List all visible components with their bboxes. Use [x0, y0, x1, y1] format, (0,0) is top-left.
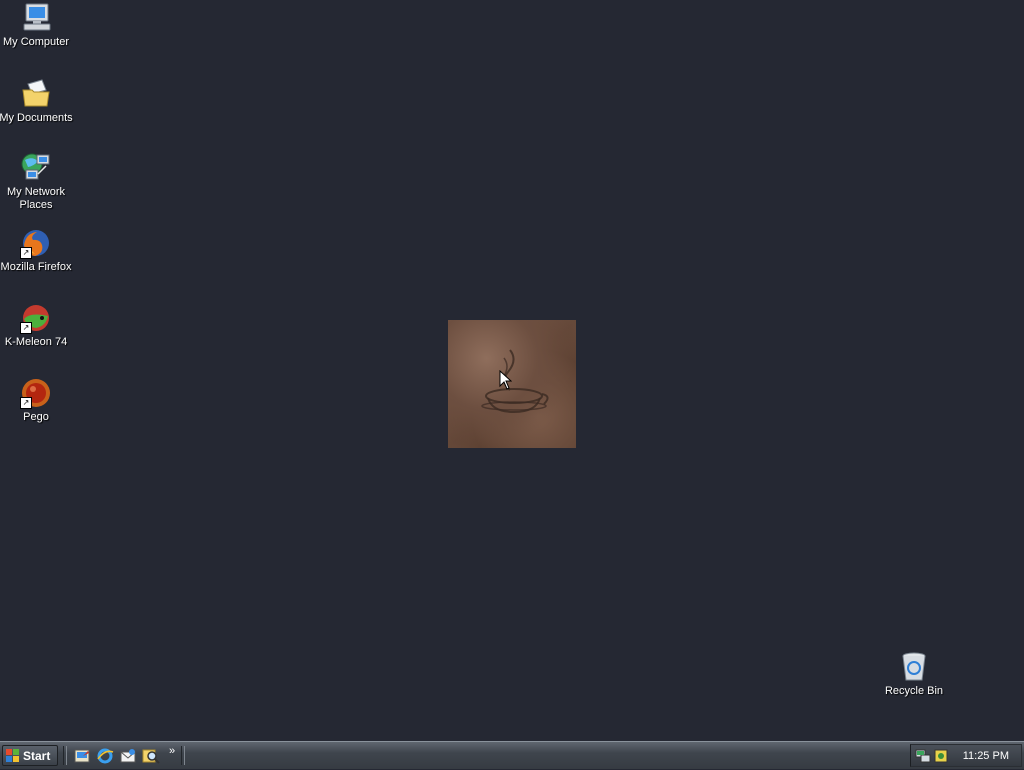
desktop-icon-my-computer[interactable]: My Computer	[0, 2, 73, 49]
k-meleon-icon: ↗	[20, 302, 52, 334]
network-places-icon	[20, 152, 52, 184]
computer-icon	[20, 2, 52, 34]
mouse-cursor-icon	[499, 369, 513, 395]
pego-icon: ↗	[20, 377, 52, 409]
outlook-express-icon[interactable]	[119, 747, 137, 765]
taskbar: Start » 11:25 PM	[0, 741, 1024, 769]
desktop-icon-recycle-bin[interactable]: Recycle Bin	[877, 651, 951, 698]
desktop-icon-k-meleon[interactable]: ↗ K-Meleon 74	[0, 302, 73, 349]
search-icon[interactable]	[142, 747, 160, 765]
documents-folder-icon	[20, 78, 52, 110]
start-button[interactable]: Start	[2, 745, 58, 766]
shortcut-arrow-icon: ↗	[20, 322, 32, 334]
taskbar-separator	[181, 746, 185, 765]
desktop-icon-my-documents[interactable]: My Documents	[0, 78, 73, 125]
internet-explorer-icon[interactable]	[96, 747, 114, 765]
desktop-icon-label: Mozilla Firefox	[0, 261, 72, 273]
show-desktop-icon[interactable]	[73, 747, 91, 765]
desktop-icon-label: My Documents	[0, 112, 73, 124]
desktop-icon-label: Pego	[23, 411, 49, 423]
start-label: Start	[23, 748, 51, 763]
desktop-icon-pego[interactable]: ↗ Pego	[0, 377, 73, 424]
recycle-bin-icon	[898, 651, 930, 683]
wallpaper-tile	[448, 320, 576, 448]
network-tray-icon[interactable]	[915, 748, 931, 764]
quick-launch-more-chevron[interactable]: »	[169, 745, 175, 757]
shortcut-arrow-icon: ↗	[20, 397, 32, 409]
desktop-icon-mozilla-firefox[interactable]: ↗ Mozilla Firefox	[0, 227, 73, 274]
desktop-icon-label: My Network Places	[6, 186, 66, 211]
desktop-icon-label: Recycle Bin	[884, 685, 944, 697]
shortcut-arrow-icon: ↗	[20, 247, 32, 259]
system-tray: 11:25 PM	[910, 744, 1022, 767]
taskbar-clock[interactable]: 11:25 PM	[963, 750, 1009, 762]
coffee-cup-logo-icon	[481, 349, 549, 414]
firefox-icon: ↗	[20, 227, 52, 259]
security-tray-icon[interactable]	[933, 748, 949, 764]
taskbar-separator	[63, 746, 67, 765]
windows-flag-icon	[6, 748, 20, 763]
desktop-icon-label: K-Meleon 74	[4, 336, 68, 348]
desktop-icon-label: My Computer	[2, 36, 70, 48]
desktop-icon-my-network-places[interactable]: My Network Places	[0, 152, 73, 212]
